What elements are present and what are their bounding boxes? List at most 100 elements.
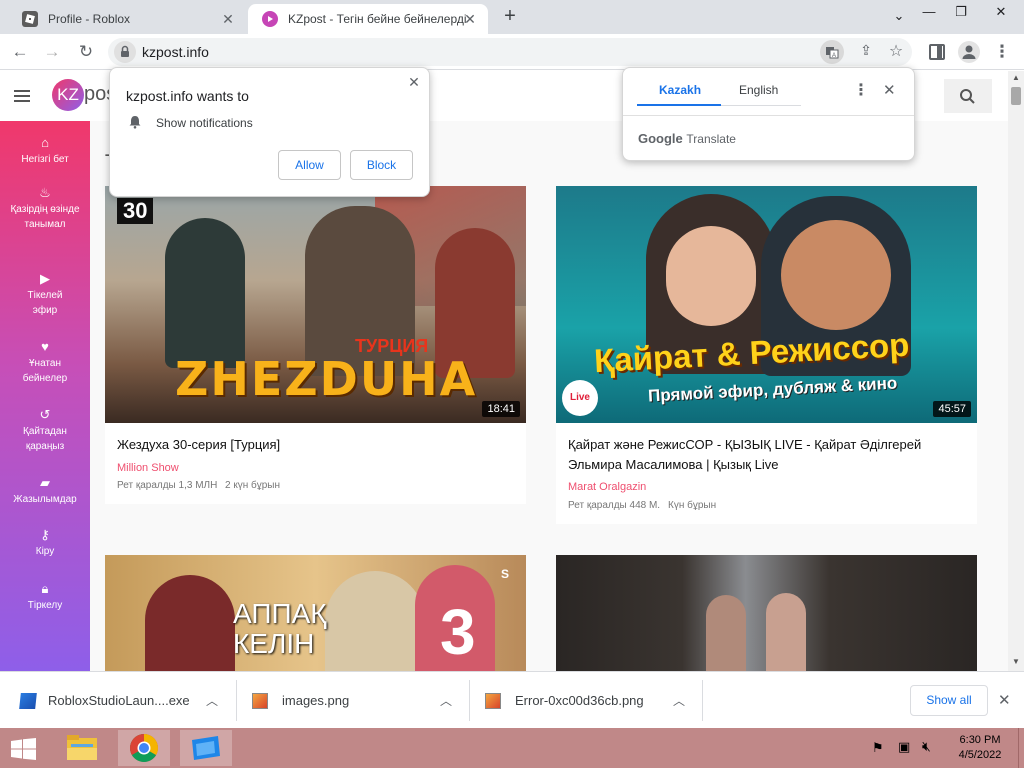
close-icon[interactable]: ✕ — [998, 691, 1011, 709]
download-item[interactable]: Error-0xc00d36cb.png ︿ — [485, 672, 695, 729]
share-icon[interactable]: ⇪ — [856, 42, 876, 62]
video-card[interactable]: АППАҚ КЕЛІН 3 S — [105, 555, 526, 671]
site-lock-icon[interactable] — [114, 41, 136, 63]
close-tab-icon[interactable]: ✕ — [462, 11, 478, 28]
windows-start-icon[interactable] — [10, 738, 38, 760]
site-logo-badge[interactable]: KZ — [52, 79, 84, 111]
tab-kzpost[interactable]: KZpost - Тегін бейне бейнелерді ✕ — [248, 4, 488, 34]
bell-icon — [128, 115, 142, 129]
scroll-down-arrow-icon[interactable]: ▼ — [1012, 657, 1020, 666]
translate-tab-kazakh[interactable]: Kazakh — [659, 83, 701, 97]
video-title[interactable]: Жездуха 30-серия [Турция] — [117, 435, 517, 455]
translate-wordmark: Translate — [686, 132, 736, 146]
page-scrollbar[interactable]: ▲ ▼ — [1008, 71, 1024, 671]
thumbnail-corner-mark: S — [501, 567, 510, 581]
download-separator — [236, 680, 237, 721]
thumbnail-title: ZHEZDUHA — [175, 352, 478, 406]
sidebar-item-label: Тіркелу — [27, 600, 63, 611]
forward-icon[interactable]: → — [42, 42, 62, 62]
video-channel[interactable]: Million Show — [117, 462, 179, 474]
sidebar-item-label: Қайтадан қараңыз — [23, 426, 67, 452]
profile-avatar-icon[interactable] — [958, 41, 980, 63]
volume-muted-icon[interactable]: 🔇︎ — [922, 738, 931, 755]
video-title[interactable]: Қайрат және РежисСОР - ҚЫЗЫҚ LIVE - Қайр… — [568, 435, 968, 475]
prompt-permission-item: Show notifications — [156, 116, 253, 130]
episode-badge: 30 — [117, 198, 154, 224]
close-window-button[interactable]: ✕ — [986, 4, 1016, 24]
clock-time: 6:30 PM — [959, 734, 1001, 746]
browser-toolbar: ← → ↻ kzpost.info A ⇪ ☆ ⋮ — [0, 34, 1024, 70]
translate-icon[interactable]: A — [820, 40, 844, 64]
key-icon: ⚷ — [40, 527, 50, 542]
sidebar-item-register[interactable]: 🔒︎ Тіркелу — [0, 581, 90, 613]
sidebar-item-home[interactable]: ⌂ Негізгі бет — [0, 135, 90, 167]
new-tab-button[interactable]: + — [500, 6, 520, 26]
video-card[interactable] — [556, 555, 977, 671]
site-search-button[interactable] — [944, 79, 992, 113]
bookmark-star-icon[interactable]: ☆ — [886, 41, 906, 61]
clock-date: 4/5/2022 — [958, 749, 1002, 761]
video-thumbnail[interactable]: Қайрат & Режиссор Прямой эфир, дубляж & … — [556, 186, 977, 423]
sidebar-item-trending[interactable]: ♨ Қазірдің өзінде танымал — [6, 185, 84, 232]
video-age: 2 күн бұрын — [225, 480, 281, 491]
video-thumbnail[interactable]: 30 ZHEZDUHA ТУРЦИЯ 18:41 — [105, 186, 526, 423]
tab-divider — [721, 105, 801, 106]
sidebar-item-history[interactable]: ↺ Қайтадан қараңыз — [13, 407, 77, 454]
action-center-flag-icon[interactable]: ⚑ — [872, 740, 884, 756]
translate-tab-english[interactable]: English — [739, 83, 778, 97]
reload-icon[interactable]: ↻ — [76, 42, 96, 62]
fire-icon: ♨ — [39, 185, 51, 200]
video-card[interactable]: 30 ZHEZDUHA ТУРЦИЯ 18:41 Жездуха 30-сери… — [105, 186, 526, 504]
folder-icon: ▰ — [40, 475, 50, 490]
block-button[interactable]: Block — [350, 150, 413, 180]
translate-options-kebab-icon[interactable]: ⋮ — [853, 80, 869, 100]
video-duration: 18:41 — [482, 401, 520, 417]
show-all-button[interactable]: Show all — [910, 685, 988, 716]
scroll-up-arrow-icon[interactable]: ▲ — [1012, 73, 1020, 82]
chrome-taskbar-icon[interactable] — [118, 730, 170, 766]
restore-button[interactable]: ❐ — [946, 4, 976, 24]
image-file-icon — [485, 692, 501, 709]
chevron-up-icon[interactable]: ︿ — [206, 692, 218, 709]
video-thumbnail[interactable]: АППАҚ КЕЛІН 3 S — [105, 555, 526, 671]
menu-kebab-icon[interactable]: ⋮ — [992, 42, 1012, 62]
video-channel[interactable]: Marat Oralgazin — [568, 481, 646, 493]
video-duration: 45:57 — [933, 401, 971, 417]
kzpost-favicon-icon — [262, 11, 278, 27]
system-clock[interactable]: 6:30 PM 4/5/2022 — [950, 733, 1010, 763]
home-icon: ⌂ — [41, 135, 49, 150]
side-panel-icon[interactable] — [929, 44, 945, 60]
video-views: Рет қаралды 1,3 МЛН — [117, 480, 218, 491]
roblox-studio-taskbar-icon[interactable] — [180, 730, 232, 766]
show-desktop-button[interactable] — [1018, 728, 1024, 768]
heart-icon: ♥ — [41, 339, 49, 354]
allow-button[interactable]: Allow — [278, 150, 341, 180]
download-item[interactable]: RobloxStudioLaun....exe ︿ — [19, 672, 230, 729]
chevron-up-icon[interactable]: ︿ — [440, 692, 452, 709]
sidebar-item-liked[interactable]: ♥ Ұнатан бейнелер — [15, 339, 75, 386]
scrollbar-thumb[interactable] — [1011, 87, 1021, 105]
sidebar-item-subscriptions[interactable]: ▰ Жазылымдар — [0, 475, 90, 507]
live-badge: Live — [562, 380, 598, 416]
close-tab-icon[interactable]: ✕ — [220, 11, 236, 28]
download-item[interactable]: images.png ︿ — [252, 672, 462, 729]
video-thumbnail[interactable] — [556, 555, 977, 671]
sidebar-item-live[interactable]: ▶ Тікелей эфир — [15, 271, 75, 318]
download-separator — [702, 680, 703, 721]
chevron-up-icon[interactable]: ︿ — [673, 692, 685, 709]
prompt-heading: kzpost.info wants to — [126, 88, 249, 104]
google-wordmark: Google — [638, 131, 683, 146]
close-icon[interactable]: ✕ — [883, 81, 896, 99]
network-icon[interactable]: ▣ — [898, 739, 910, 755]
close-icon[interactable]: ✕ — [406, 74, 422, 91]
sidebar-item-login[interactable]: ⚷ Кіру — [0, 527, 90, 559]
address-bar[interactable]: kzpost.info A ⇪ ☆ — [108, 38, 912, 66]
tab-search-chevron-down-icon[interactable]: ⌄ — [884, 8, 914, 28]
video-card[interactable]: Қайрат & Режиссор Прямой эфир, дубляж & … — [556, 186, 977, 524]
minimize-button[interactable]: — — [914, 4, 944, 24]
popup-divider — [623, 115, 914, 116]
tab-profile-roblox[interactable]: Profile - Roblox ✕ — [8, 4, 246, 34]
back-icon[interactable]: ← — [10, 42, 30, 62]
hamburger-menu-icon[interactable] — [14, 90, 30, 102]
file-explorer-icon[interactable] — [56, 730, 108, 766]
